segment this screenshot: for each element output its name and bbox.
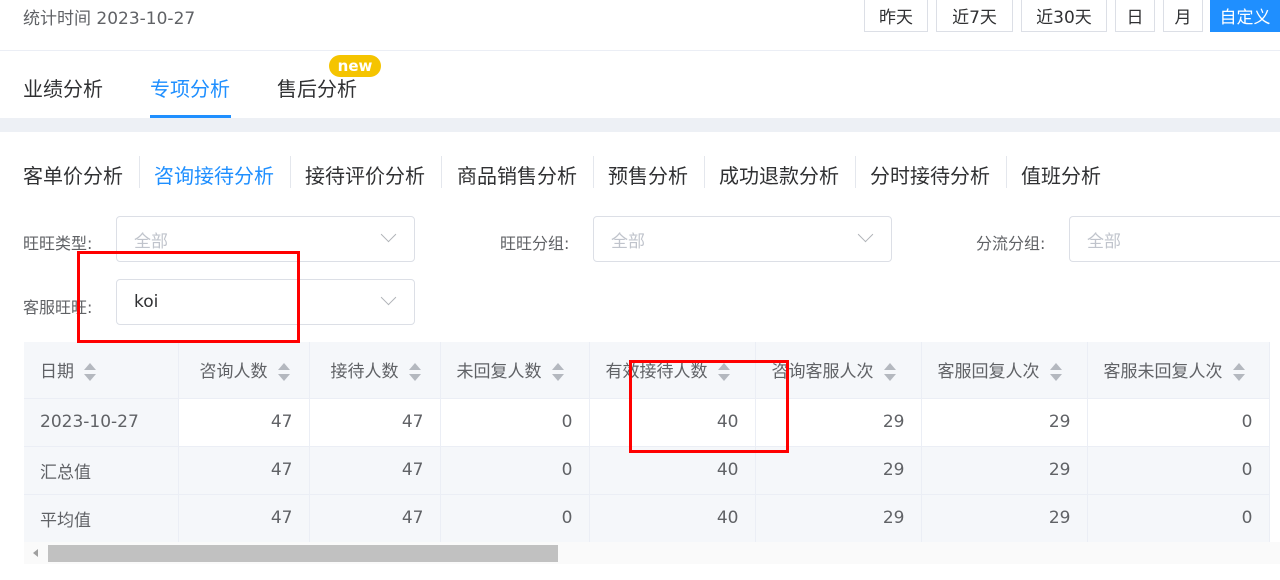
range-7days-button[interactable]: 近7天 — [936, 0, 1013, 32]
table-cell: 29 — [921, 494, 1088, 543]
tab-performance-analysis[interactable]: 业绩分析 — [23, 73, 103, 102]
chevron-down-icon — [380, 226, 397, 243]
table-row: 汇总值 47 47 0 40 29 29 0 — [24, 446, 1270, 495]
new-badge: new — [329, 55, 381, 77]
table-cell: 0 — [440, 398, 590, 447]
table-cell: 47 — [309, 398, 441, 447]
table-cell: 0 — [440, 446, 590, 495]
range-30days-button[interactable]: 近30天 — [1021, 0, 1107, 32]
subtab-separator — [290, 156, 291, 188]
sort-icon[interactable] — [883, 362, 896, 382]
subtab-refund[interactable]: 成功退款分析 — [719, 160, 839, 189]
table-cell: 29 — [921, 398, 1088, 447]
subtab-separator — [593, 156, 594, 188]
col-header-cs-reply-times[interactable]: 客服回复人次 — [921, 342, 1088, 399]
col-header-cs-unreplied-times[interactable]: 客服未回复人次 — [1087, 342, 1270, 399]
subtab-separator — [855, 156, 856, 188]
sort-icon[interactable] — [408, 362, 421, 382]
range-custom-button[interactable]: 自定义 — [1210, 0, 1280, 32]
stat-date: 统计时间 2023-10-27 — [23, 9, 196, 29]
table-cell: 47 — [178, 446, 310, 495]
chevron-down-icon — [857, 226, 874, 243]
table-row: 平均值 47 47 0 40 29 29 0 — [24, 494, 1270, 543]
subtab-duty[interactable]: 值班分析 — [1021, 160, 1101, 189]
col-header-unreplied-count[interactable]: 未回复人数 — [440, 342, 590, 399]
range-day-button[interactable]: 日 — [1115, 0, 1155, 32]
wangwang-group-select[interactable]: 全部 — [593, 216, 892, 262]
wangwang-type-value: 全部 — [134, 231, 168, 252]
subtab-separator — [704, 156, 705, 188]
subtab-product-sales[interactable]: 商品销售分析 — [457, 160, 577, 189]
table-cell: 平均值 — [24, 494, 179, 543]
subtab-unit-price[interactable]: 客单价分析 — [23, 160, 123, 189]
tab-after-sales-analysis[interactable]: 售后分析 — [277, 73, 357, 102]
table-cell: 47 — [309, 494, 441, 543]
wangwang-group-value: 全部 — [611, 231, 645, 252]
highlight-box-effective-reception — [629, 360, 789, 453]
table-cell: 47 — [178, 398, 310, 447]
subtab-consult-reception[interactable]: 咨询接待分析 — [154, 160, 274, 189]
wangwang-group-label: 旺旺分组: — [500, 234, 570, 253]
table-cell: 0 — [1087, 398, 1270, 447]
table-cell: 29 — [755, 494, 922, 543]
section-divider — [0, 118, 1280, 132]
subtab-reception-rating[interactable]: 接待评价分析 — [305, 160, 425, 189]
split-group-value: 全部 — [1087, 231, 1121, 252]
subtab-hourly-reception[interactable]: 分时接待分析 — [870, 160, 990, 189]
sort-icon[interactable] — [551, 362, 564, 382]
table-cell: 29 — [755, 446, 922, 495]
table-cell: 0 — [1087, 446, 1270, 495]
sort-icon[interactable] — [277, 362, 290, 382]
col-header-consult-count[interactable]: 咨询人数 — [178, 342, 310, 399]
table-cell: 40 — [589, 446, 756, 495]
sort-icon[interactable] — [1049, 362, 1062, 382]
scrollbar-thumb[interactable] — [48, 545, 558, 562]
split-group-label: 分流分组: — [976, 234, 1046, 253]
header-divider — [0, 50, 1280, 51]
subtab-presale[interactable]: 预售分析 — [608, 160, 688, 189]
table-cell: 47 — [178, 494, 310, 543]
subtab-separator — [1006, 156, 1007, 188]
table-cell: 40 — [589, 494, 756, 543]
sort-icon[interactable] — [1232, 362, 1245, 382]
chevron-down-icon — [380, 289, 397, 306]
table-cell: 汇总值 — [24, 446, 179, 495]
table-cell: 2023-10-27 — [24, 398, 179, 447]
col-header-reception-count[interactable]: 接待人数 — [309, 342, 441, 399]
highlight-box-filter — [77, 251, 300, 343]
col-header-date[interactable]: 日期 — [24, 342, 179, 399]
table-cell: 0 — [1087, 494, 1270, 543]
range-yesterday-button[interactable]: 昨天 — [864, 0, 928, 32]
subtab-separator — [441, 156, 442, 188]
scroll-left-icon[interactable] — [33, 549, 38, 557]
range-month-button[interactable]: 月 — [1163, 0, 1203, 32]
table-cell: 0 — [440, 494, 590, 543]
tab-special-analysis[interactable]: 专项分析 — [150, 73, 230, 102]
table-cell: 47 — [309, 446, 441, 495]
split-group-select[interactable]: 全部 — [1069, 216, 1280, 262]
table-cell: 29 — [921, 446, 1088, 495]
subtab-separator — [139, 156, 140, 188]
sort-icon[interactable] — [84, 362, 96, 382]
